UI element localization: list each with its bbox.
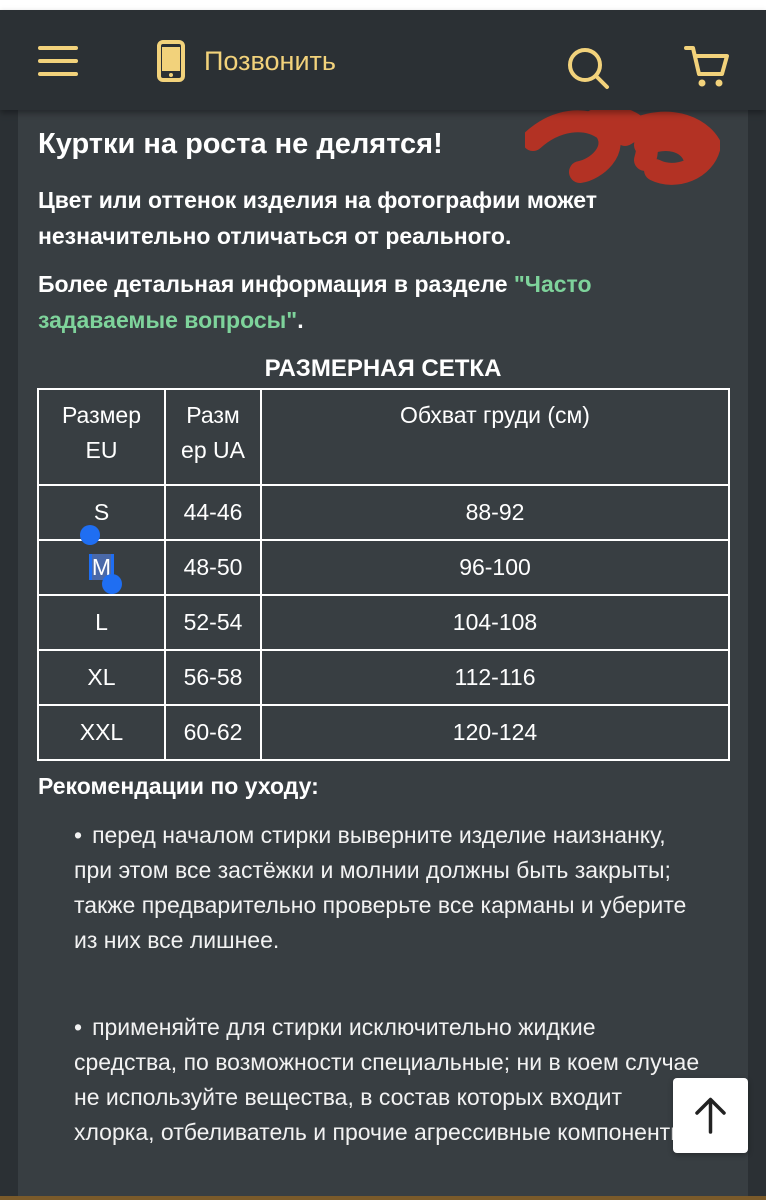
cell-eu: S [37, 484, 166, 541]
cell-eu: XL [37, 649, 166, 706]
bullet-dot: • [74, 1014, 83, 1040]
red-redaction-mark [525, 106, 720, 185]
list-item-text: перед началом стирки выверните изделие н… [74, 822, 687, 953]
table-row: S 44-46 88-92 [37, 484, 730, 541]
page-heading: Куртки на роста не делятся! [38, 128, 443, 160]
cell-chest: 88-92 [260, 484, 730, 541]
selection-end-handle[interactable] [102, 574, 122, 594]
faq-note-suffix: . [297, 307, 304, 333]
search-icon[interactable] [566, 46, 610, 90]
scroll-to-top-button[interactable] [673, 1078, 748, 1153]
bullet-dot: • [74, 822, 83, 848]
faq-note-prefix: Более детальная информация в разделе [38, 271, 514, 297]
size-table: Размер EU Разм ер UA Обхват груди (см) S… [37, 388, 730, 761]
header-eu-size: Размер EU [37, 388, 166, 486]
cart-icon[interactable] [684, 44, 730, 90]
header-ua-size: Разм ер UA [164, 388, 262, 486]
table-row: L 52-54 104-108 [37, 594, 730, 651]
cell-chest: 104-108 [260, 594, 730, 651]
cell-ua: 52-54 [164, 594, 262, 651]
list-item: • применяйте для стирки исключительно жид… [74, 1010, 704, 1150]
site-header: Позвонить [0, 10, 766, 110]
table-row: XXL 60-62 120-124 [37, 704, 730, 761]
cell-ua: 44-46 [164, 484, 262, 541]
list-item: • перед началом стирки выверните изделие … [74, 818, 704, 958]
menu-icon[interactable] [38, 44, 80, 78]
cell-chest: 96-100 [260, 539, 730, 596]
header-chest: Обхват груди (см) [260, 388, 730, 486]
arrow-up-icon [695, 1097, 726, 1134]
cell-ua: 48-50 [164, 539, 262, 596]
cell-eu: XXL [37, 704, 166, 761]
cell-chest: 120-124 [260, 704, 730, 761]
call-button[interactable]: Позвонить [204, 44, 336, 78]
table-header-row: Размер EU Разм ер UA Обхват груди (см) [37, 388, 730, 486]
selection-start-handle[interactable] [80, 525, 100, 545]
top-status-strip [0, 0, 766, 10]
cell-eu: L [37, 594, 166, 651]
care-title: Рекомендации по уходу: [38, 773, 319, 799]
cell-chest: 112-116 [260, 649, 730, 706]
list-item-text: применяйте для стирки исключительно жидк… [74, 1014, 700, 1145]
cell-ua: 60-62 [164, 704, 262, 761]
color-disclaimer: Цвет или оттенок изделия на фотографии м… [38, 187, 598, 249]
bottom-bar [0, 1196, 766, 1200]
table-row: M 48-50 96-100 [37, 539, 730, 596]
size-table-title: РАЗМЕРНАЯ СЕТКА [264, 355, 502, 382]
table-row: XL 56-58 112-116 [37, 649, 730, 706]
phone-icon[interactable] [156, 40, 186, 82]
faq-note: Более детальная информация в разделе "Ча… [38, 266, 718, 338]
cell-ua: 56-58 [164, 649, 262, 706]
